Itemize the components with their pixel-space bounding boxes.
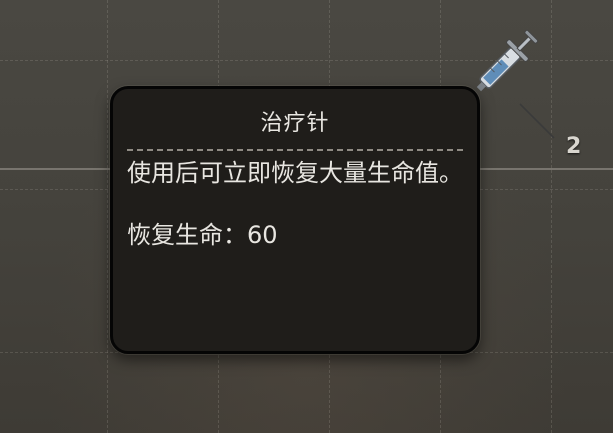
- stat-label: 恢复生命：: [127, 221, 247, 249]
- grid-line: [107, 0, 108, 433]
- stat-value: 60: [247, 221, 278, 249]
- item-stack-count: 2: [566, 134, 582, 159]
- tooltip-description: 使用后可立即恢复大量生命值。: [127, 159, 463, 187]
- item-tooltip: 治疗针 使用后可立即恢复大量生命值。 恢复生命：60: [110, 86, 480, 354]
- tooltip-title: 治疗针: [260, 111, 330, 136]
- tooltip-stat-heal: 恢复生命：60: [127, 219, 463, 251]
- tooltip-divider: [127, 149, 463, 151]
